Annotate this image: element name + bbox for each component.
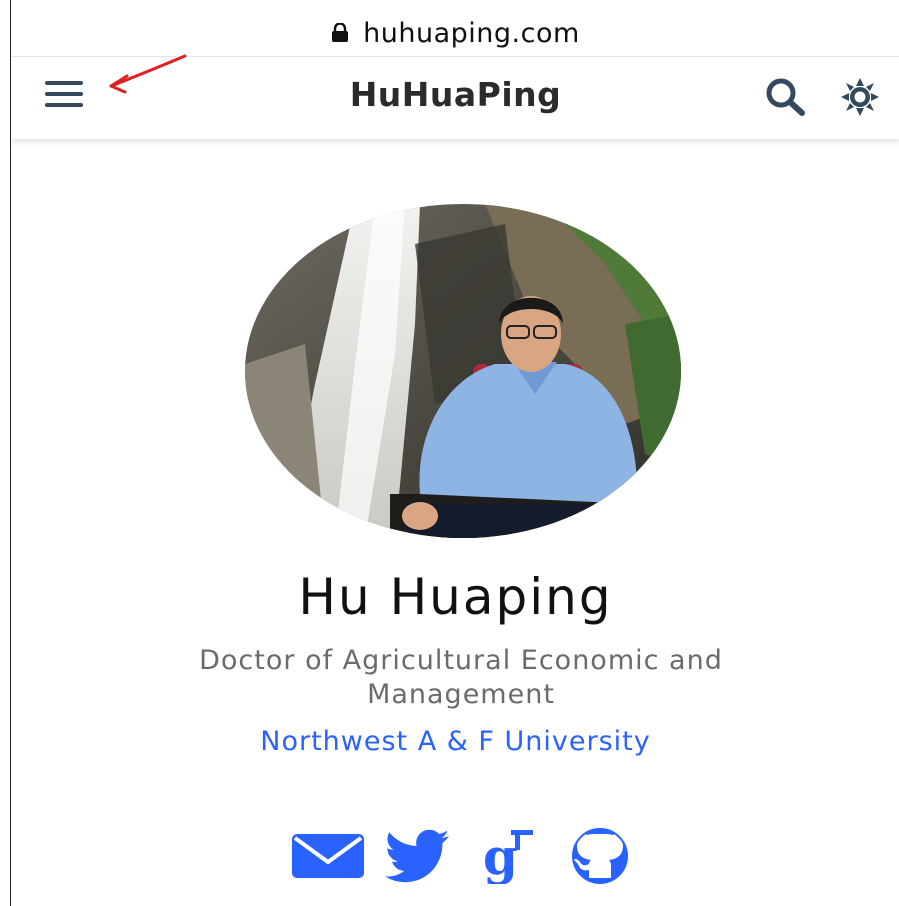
profile-organization-link[interactable]: Northwest A & F University [11,726,899,757]
phone-screen: huhuaping.com HuHuaPing Hu Huaping Docto… [10,0,899,906]
profile-role: Doctor of Agricultural Economic and Mana… [199,645,723,710]
profile-avatar [245,204,681,538]
url-text: huhuaping.com [363,17,580,49]
search-icon[interactable] [764,77,808,117]
twitter-icon[interactable] [385,828,451,884]
email-icon[interactable] [292,828,364,884]
svg-text:g: g [483,828,518,884]
github-icon[interactable] [565,828,635,884]
lock-icon [332,23,349,42]
site-header: HuHuaPing [11,57,899,139]
google-scholar-icon[interactable]: g [479,828,535,884]
profile-name: Hu Huaping [298,568,613,626]
address-bar[interactable]: huhuaping.com [11,10,899,57]
sun-icon[interactable] [840,77,880,117]
